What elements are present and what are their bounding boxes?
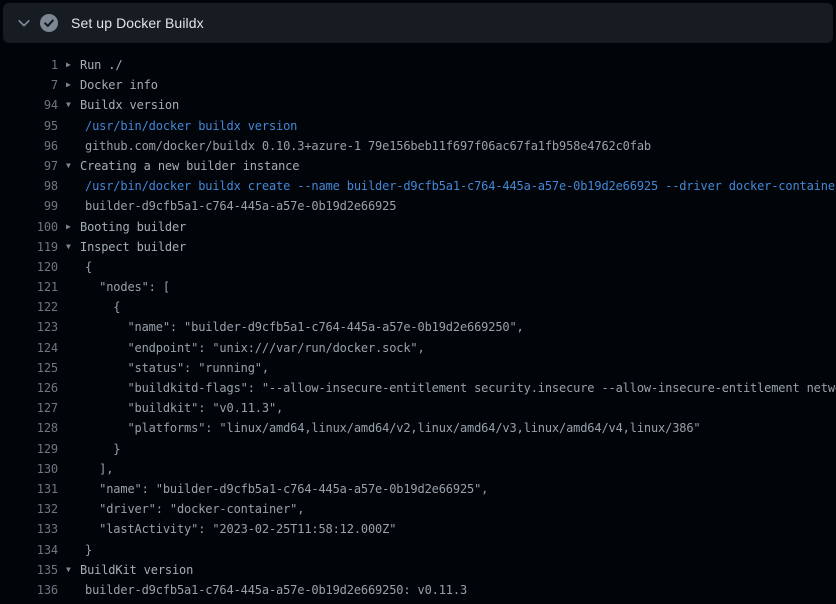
log-line: 123 "name": "builder-d9cfb5a1-c764-445a-… <box>0 317 836 337</box>
line-number[interactable]: 125 <box>0 358 58 378</box>
line-number[interactable]: 130 <box>0 459 58 479</box>
line-number[interactable]: 98 <box>0 176 58 196</box>
triangle-down-icon: ▼ <box>66 95 80 115</box>
log-line: 121 "nodes": [ <box>0 277 836 297</box>
line-number[interactable]: 1 <box>0 55 58 75</box>
line-number[interactable]: 121 <box>0 277 58 297</box>
log-text: "name": "builder-d9cfb5a1-c764-445a-a57e… <box>58 479 488 499</box>
log-text: "platforms": "linux/amd64,linux/amd64/v2… <box>58 418 701 438</box>
log-text: github.com/docker/buildx 0.10.3+azure-1 … <box>58 136 651 156</box>
line-number[interactable]: 136 <box>0 580 58 600</box>
log-text: Booting builder <box>80 217 186 237</box>
line-number[interactable]: 7 <box>0 75 58 95</box>
log-line: 128 "platforms": "linux/amd64,linux/amd6… <box>0 418 836 438</box>
log-text: builder-d9cfb5a1-c764-445a-a57e-0b19d2e6… <box>58 196 396 216</box>
log-group-header[interactable]: 119 ▼ Inspect builder <box>0 237 836 257</box>
log-line: 130 ], <box>0 459 836 479</box>
line-number[interactable]: 124 <box>0 338 58 358</box>
log-line: 131 "name": "builder-d9cfb5a1-c764-445a-… <box>0 479 836 499</box>
log-text: "nodes": [ <box>58 277 170 297</box>
line-number[interactable]: 131 <box>0 479 58 499</box>
line-number[interactable]: 123 <box>0 317 58 337</box>
line-number[interactable]: 129 <box>0 439 58 459</box>
log-text: "buildkit": "v0.11.3", <box>58 398 283 418</box>
log-text: Docker info <box>80 75 158 95</box>
log-group-header[interactable]: 94 ▼ Buildx version <box>0 95 836 115</box>
log-line: 99 builder-d9cfb5a1-c764-445a-a57e-0b19d… <box>0 196 836 216</box>
log-line: 129 } <box>0 439 836 459</box>
line-number[interactable]: 128 <box>0 418 58 438</box>
triangle-down-icon: ▼ <box>66 156 80 176</box>
log-text: "driver": "docker-container", <box>58 499 304 519</box>
line-number[interactable]: 99 <box>0 196 58 216</box>
log-text: { <box>58 257 92 277</box>
line-number[interactable]: 132 <box>0 499 58 519</box>
line-number[interactable]: 119 <box>0 237 58 257</box>
line-number[interactable]: 134 <box>0 540 58 560</box>
line-number[interactable]: 100 <box>0 217 58 237</box>
log-text: Buildx version <box>80 95 179 115</box>
line-number[interactable]: 127 <box>0 398 58 418</box>
log-line: 122 { <box>0 297 836 317</box>
log-text: "name": "builder-d9cfb5a1-c764-445a-a57e… <box>58 317 524 337</box>
line-number[interactable]: 96 <box>0 136 58 156</box>
line-number[interactable]: 95 <box>0 116 58 136</box>
step-title: Set up Docker Buildx <box>71 15 204 31</box>
triangle-right-icon: ▶ <box>66 55 80 75</box>
log-line: 98 /usr/bin/docker buildx create --name … <box>0 176 836 196</box>
log-line: 133 "lastActivity": "2023-02-25T11:58:12… <box>0 519 836 539</box>
log-text: "buildkitd-flags": "--allow-insecure-ent… <box>58 378 836 398</box>
log-group-header[interactable]: 135 ▼ BuildKit version <box>0 560 836 580</box>
triangle-right-icon: ▶ <box>66 75 80 95</box>
log-text: Inspect builder <box>80 237 186 257</box>
chevron-down-icon[interactable] <box>9 16 39 30</box>
log-text: BuildKit version <box>80 560 193 580</box>
log-text: /usr/bin/docker buildx version <box>58 116 297 136</box>
line-number[interactable]: 133 <box>0 519 58 539</box>
log-text: { <box>58 297 120 317</box>
log-line: 125 "status": "running", <box>0 358 836 378</box>
log-line: 127 "buildkit": "v0.11.3", <box>0 398 836 418</box>
log-group-header[interactable]: 7 ▶ Docker info <box>0 75 836 95</box>
log-text: /usr/bin/docker buildx create --name bui… <box>58 176 836 196</box>
line-number[interactable]: 97 <box>0 156 58 176</box>
log-line: 136 builder-d9cfb5a1-c764-445a-a57e-0b19… <box>0 580 836 600</box>
log-area: 1 ▶ Run ./ 7 ▶ Docker info 94 ▼ Buildx v… <box>0 43 836 600</box>
log-line: 95 /usr/bin/docker buildx version <box>0 116 836 136</box>
log-text: "endpoint": "unix:///var/run/docker.sock… <box>58 338 425 358</box>
line-number[interactable]: 122 <box>0 297 58 317</box>
triangle-down-icon: ▼ <box>66 237 80 257</box>
log-line: 96 github.com/docker/buildx 0.10.3+azure… <box>0 136 836 156</box>
log-group-header[interactable]: 100 ▶ Booting builder <box>0 217 836 237</box>
log-group-header[interactable]: 1 ▶ Run ./ <box>0 55 836 75</box>
log-text: builder-d9cfb5a1-c764-445a-a57e-0b19d2e6… <box>58 580 467 600</box>
triangle-down-icon: ▼ <box>66 560 80 580</box>
log-line: 134 } <box>0 540 836 560</box>
log-group-header[interactable]: 97 ▼ Creating a new builder instance <box>0 156 836 176</box>
log-text: } <box>58 439 120 459</box>
log-line: 124 "endpoint": "unix:///var/run/docker.… <box>0 338 836 358</box>
step-header[interactable]: Set up Docker Buildx <box>3 3 833 43</box>
log-line: 120 { <box>0 257 836 277</box>
line-number[interactable]: 120 <box>0 257 58 277</box>
log-text: "lastActivity": "2023-02-25T11:58:12.000… <box>58 519 396 539</box>
log-text: ], <box>58 459 113 479</box>
log-text: Creating a new builder instance <box>80 156 299 176</box>
line-number[interactable]: 135 <box>0 560 58 580</box>
log-text: "status": "running", <box>58 358 269 378</box>
check-circle-icon <box>39 14 59 32</box>
log-text: } <box>58 540 92 560</box>
line-number[interactable]: 126 <box>0 378 58 398</box>
log-text: Run ./ <box>80 55 122 75</box>
line-number[interactable]: 94 <box>0 95 58 115</box>
log-line: 126 "buildkitd-flags": "--allow-insecure… <box>0 378 836 398</box>
log-line: 132 "driver": "docker-container", <box>0 499 836 519</box>
triangle-right-icon: ▶ <box>66 217 80 237</box>
